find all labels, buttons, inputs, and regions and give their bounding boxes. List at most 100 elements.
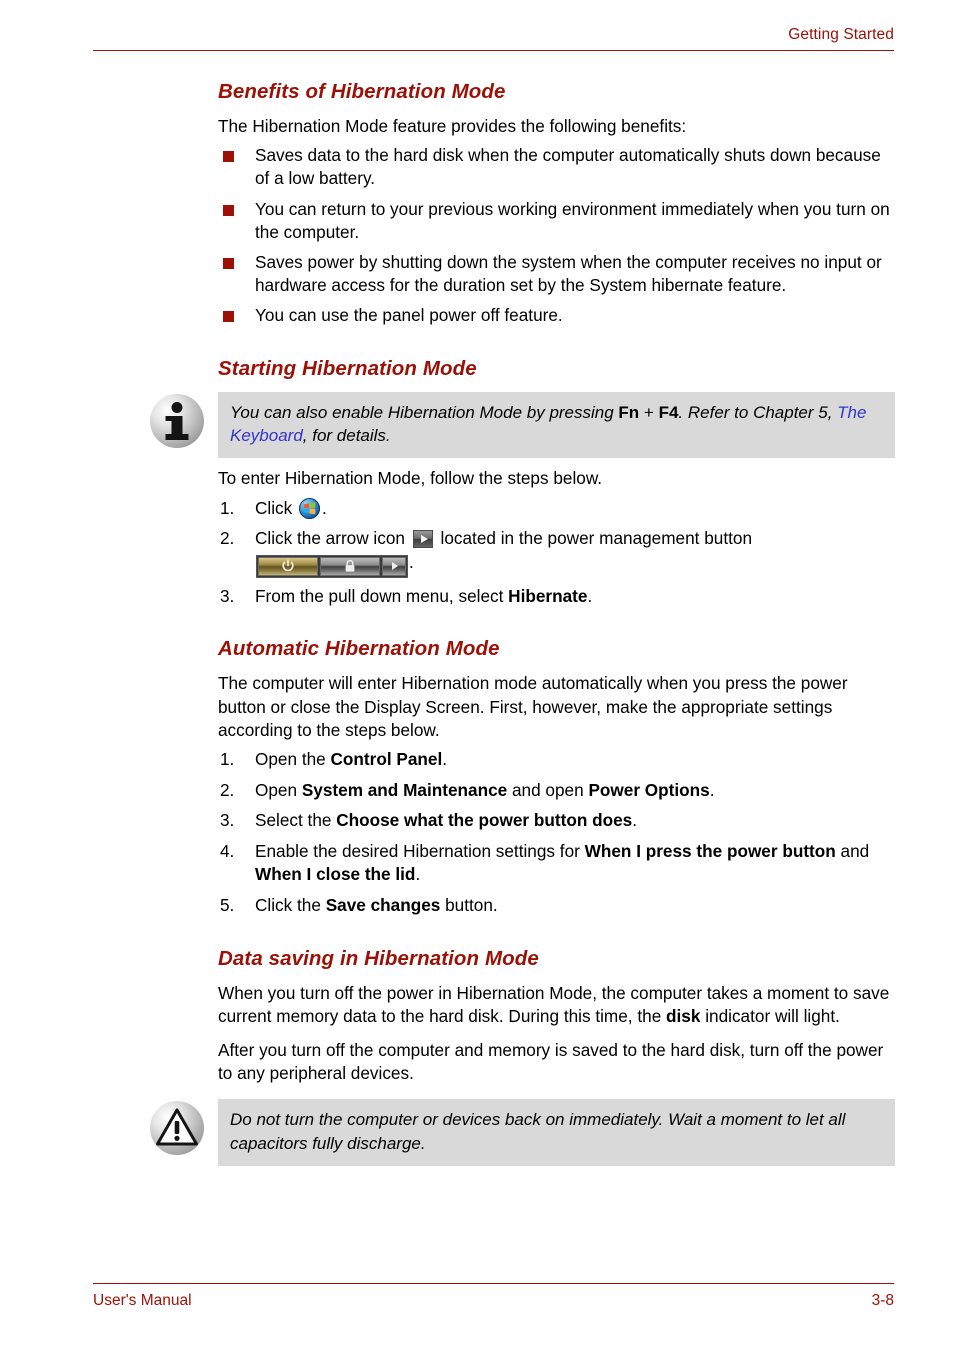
footer-divider	[93, 1283, 894, 1284]
header-divider	[93, 50, 894, 51]
square-bullet-icon	[223, 311, 234, 323]
info-icon-ball	[150, 393, 204, 448]
power-button-segment[interactable]	[258, 556, 318, 576]
starting-intro: To enter Hibernation Mode, follow the st…	[218, 468, 603, 489]
step-text-after: .	[709, 779, 715, 800]
footer-page-number: 3-8	[871, 1292, 894, 1309]
power-icon	[282, 559, 294, 572]
bullet-text: Saves data to the hard disk when the com…	[255, 145, 881, 189]
header-title: Getting Started	[788, 26, 894, 43]
caution-callout: Do not turn the computer or devices back…	[150, 1099, 895, 1167]
step-text-before: Open the	[255, 749, 331, 770]
step-text-before: Enable the desired Hibernation settings …	[255, 840, 585, 861]
power-management-button-icon[interactable]	[256, 554, 408, 578]
warning-triangle-icon	[156, 1108, 198, 1146]
info-icon	[150, 393, 204, 448]
square-bullet-icon	[223, 204, 234, 216]
step-number: 3.	[220, 585, 235, 606]
step-bold-term: Save changes	[325, 895, 441, 915]
list-item: 1. Open the Control Panel.	[218, 748, 895, 772]
windows-flag-icon	[303, 502, 316, 514]
page-header: Getting Started	[93, 25, 894, 51]
info-icon-dot	[171, 401, 183, 413]
step-bold-term-2: Power Options	[588, 779, 710, 800]
step-bold-term: System and Maintenance	[301, 779, 508, 800]
note-plus: +	[639, 402, 659, 422]
step-text-middle: located in the power management button	[435, 528, 753, 549]
note-callout: You can also enable Hibernation Mode by …	[150, 391, 895, 459]
heading-starting: Starting Hibernation Mode	[218, 356, 477, 380]
arrow-right-icon	[392, 562, 398, 571]
step-text-after: .	[632, 810, 638, 831]
step-text-before: Click the	[255, 895, 326, 915]
list-item: 1. Click .	[218, 497, 895, 521]
step-number: 2.	[220, 779, 235, 800]
info-icon-stem	[171, 415, 183, 436]
note-text-part2: . Refer to Chapter 5,	[678, 402, 838, 422]
step-number: 5.	[220, 895, 235, 915]
step-text-before: Click the arrow icon	[255, 528, 410, 549]
list-item: 4. Enable the desired Hibernation settin…	[218, 840, 895, 887]
lock-button-segment[interactable]	[320, 556, 380, 576]
step-number: 1.	[220, 497, 235, 518]
benefits-intro: The Hibernation Mode feature provides th…	[218, 116, 687, 136]
bullet-text: Saves power by shutting down the system …	[255, 252, 882, 296]
list-item: 2. Open System and Maintenance and open …	[218, 779, 895, 803]
note-key-fn: Fn	[618, 402, 640, 422]
step-text-after: .	[409, 551, 414, 572]
footer-manual-label: User's Manual	[93, 1292, 192, 1309]
footer-row: User's Manual 3-8	[93, 1291, 894, 1310]
arrow-button-segment[interactable]	[382, 556, 406, 576]
manual-page: Getting Started Benefits of Hibernation …	[0, 0, 954, 1351]
bullet-text: You can use the panel power off feature.	[255, 305, 563, 326]
caution-icon-ball	[150, 1101, 204, 1156]
step-number: 2.	[220, 528, 235, 549]
step-bold-term: Choose what the power button does	[336, 810, 633, 831]
step-bold-term: Control Panel	[330, 749, 443, 770]
benefits-bullet-list: Saves data to the hard disk when the com…	[218, 144, 895, 327]
starting-steps-list: 1. Click . 2. Click the arrow icon locat…	[218, 497, 895, 609]
lock-icon	[345, 560, 355, 572]
info-icon-foot	[165, 433, 189, 440]
step-bold-term: Hibernate	[508, 585, 588, 606]
square-bullet-icon	[223, 151, 234, 163]
list-item: 5. Click the Save changes button.	[218, 894, 895, 918]
step-number: 4.	[220, 840, 235, 861]
list-item: Saves power by shutting down the system …	[218, 251, 895, 297]
step-text-after: .	[322, 497, 327, 518]
list-item: 2. Click the arrow icon located in the p…	[218, 527, 895, 578]
step-bold-term: When I press the power button	[584, 840, 836, 861]
bullet-text: You can return to your previous working …	[255, 198, 890, 242]
step-text-after: .	[415, 864, 421, 885]
step-text-middle: and	[835, 840, 870, 861]
list-item: You can return to your previous working …	[218, 198, 895, 244]
note-callout-text: You can also enable Hibernation Mode by …	[218, 391, 895, 459]
windows-start-orb-icon[interactable]	[299, 497, 321, 519]
heading-benefits: Benefits of Hibernation Mode	[218, 80, 506, 103]
caution-triangle-icon	[150, 1101, 204, 1156]
list-item: You can use the panel power off feature.	[218, 304, 895, 327]
square-bullet-icon	[223, 258, 234, 270]
step-text-before: Click	[255, 497, 298, 518]
step-number: 1.	[220, 749, 235, 770]
data-saving-para-2: After you turn off the computer and memo…	[218, 1040, 884, 1084]
note-text-part1: You can also enable Hibernation Mode by …	[230, 402, 619, 422]
page-content: Benefits of Hibernation Mode The Hiberna…	[150, 80, 895, 1175]
caution-callout-text: Do not turn the computer or devices back…	[218, 1099, 895, 1167]
list-item: 3. From the pull down menu, select Hiber…	[218, 585, 895, 609]
step-bold-term-2: When I close the lid	[255, 864, 416, 885]
step-text-before: From the pull down menu, select	[255, 585, 509, 606]
list-item: Saves data to the hard disk when the com…	[218, 144, 895, 190]
step-text-after: .	[587, 585, 593, 606]
step-text-after: .	[492, 895, 498, 915]
arrow-button-icon[interactable]	[412, 530, 433, 549]
data-saving-para-1: When you turn off the power in Hibernati…	[218, 982, 895, 1028]
step-text-before: Open	[255, 779, 302, 800]
step-text-middle: and open	[507, 779, 589, 800]
step-text-before: Select the	[255, 810, 337, 831]
step-number: 3.	[220, 810, 235, 831]
step-text-middle: button	[440, 895, 493, 915]
